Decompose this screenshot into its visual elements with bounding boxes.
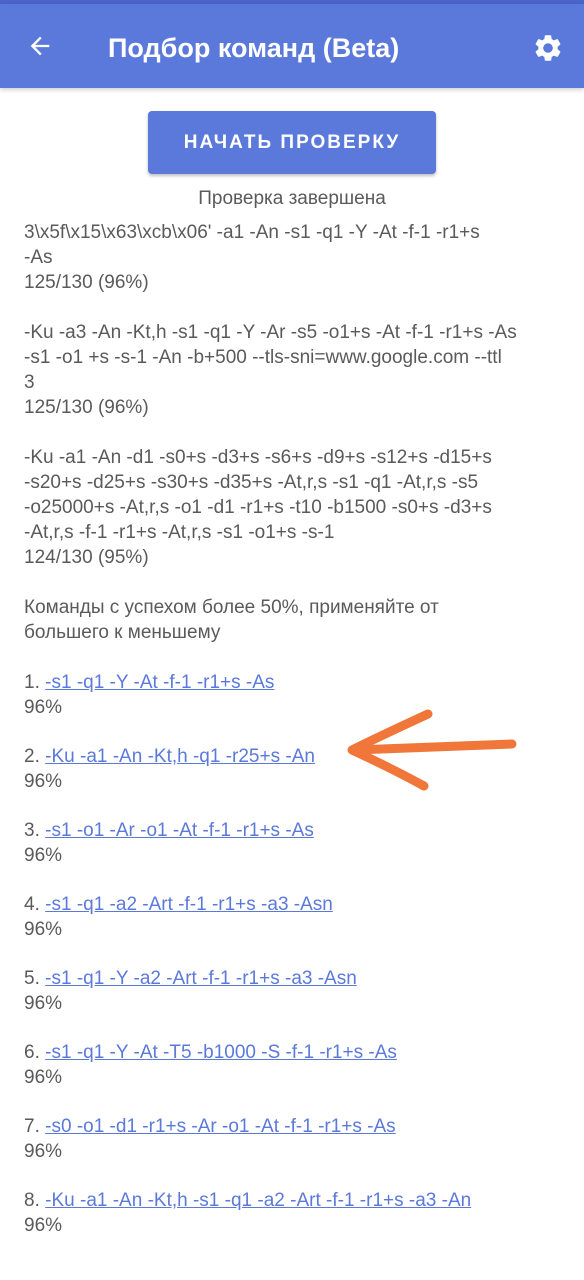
command-percent: 96% — [24, 1215, 63, 1236]
start-check-button[interactable]: НАЧАТЬ ПРОВЕРКУ — [148, 111, 436, 174]
command-item: 3. -s1 -o1 -Ar -o1 -At -f-1 -r1+s -As 96… — [24, 818, 560, 868]
command-number: 2. — [24, 746, 40, 767]
settings-button[interactable] — [528, 28, 568, 68]
command-link[interactable]: -s1 -q1 -a2 -Art -f-1 -r1+s -a3 -Asn — [45, 894, 333, 915]
result-line: 3\x5f\x15\x63\xcb\x06' -a1 -An -s1 -q1 -… — [24, 222, 480, 243]
command-link[interactable]: -s1 -q1 -Y -At -f-1 -r1+s -As — [45, 672, 274, 693]
summary-line: большего к меньшему — [24, 622, 221, 643]
result-score: 124/130 (95%) — [24, 547, 149, 568]
result-score: 125/130 (96%) — [24, 397, 149, 418]
result-block: -Ku -a3 -An -Kt,h -s1 -q1 -Y -Ar -s5 -o1… — [24, 320, 560, 420]
result-line: -As — [24, 247, 53, 268]
command-number: 8. — [24, 1190, 40, 1211]
command-number: 4. — [24, 894, 40, 915]
arrow-annotation-icon — [347, 709, 517, 791]
result-block: -Ku -a1 -An -d1 -s0+s -d3+s -s6+s -d9+s … — [24, 445, 560, 570]
status-text: Проверка завершена — [198, 188, 386, 209]
command-link[interactable]: -s1 -o1 -Ar -o1 -At -f-1 -r1+s -As — [45, 820, 314, 841]
summary-line: Команды с успехом более 50%, применяйте … — [24, 597, 439, 618]
command-link[interactable]: -s1 -q1 -Y -At -T5 -b1000 -S -f-1 -r1+s … — [45, 1042, 397, 1063]
back-button[interactable] — [20, 26, 60, 66]
command-link[interactable]: -s0 -o1 -d1 -r1+s -Ar -o1 -At -f-1 -r1+s… — [45, 1116, 396, 1137]
summary-text: Команды с успехом более 50%, применяйте … — [24, 595, 560, 645]
result-line: -o25000+s -At,r,s -o1 -d1 -r1+s -t10 -b1… — [24, 497, 492, 518]
command-item: 6. -s1 -q1 -Y -At -T5 -b1000 -S -f-1 -r1… — [24, 1040, 560, 1090]
result-line: -Ku -a1 -An -d1 -s0+s -d3+s -s6+s -d9+s … — [24, 447, 492, 468]
app-bar: Подбор команд (Beta) — [0, 4, 584, 88]
result-line: -Ku -a3 -An -Kt,h -s1 -q1 -Y -Ar -s5 -o1… — [24, 322, 517, 343]
command-number: 6. — [24, 1042, 40, 1063]
command-number: 1. — [24, 672, 40, 693]
command-item: 5. -s1 -q1 -Y -a2 -Art -f-1 -r1+s -a3 -A… — [24, 966, 560, 1016]
result-line: -At,r,s -f-1 -r1+s -At,r,s -s1 -o1+s -s-… — [24, 522, 335, 543]
command-link[interactable]: -Ku -a1 -An -Kt,h -q1 -r25+s -An — [45, 746, 315, 767]
command-percent: 96% — [24, 919, 63, 940]
command-number: 7. — [24, 1116, 40, 1137]
command-item: 8. -Ku -a1 -An -Kt,h -s1 -q1 -a2 -Art -f… — [24, 1188, 560, 1238]
arrow-left-icon — [30, 36, 50, 56]
command-link[interactable]: -Ku -a1 -An -Kt,h -s1 -q1 -a2 -Art -f-1 … — [45, 1190, 471, 1211]
result-line: 3 — [24, 372, 35, 393]
result-line: -s20+s -d25+s -s30+s -d35+s -At,r,s -s1 … — [24, 472, 479, 493]
command-link[interactable]: -s1 -q1 -Y -a2 -Art -f-1 -r1+s -a3 -Asn — [45, 968, 357, 989]
command-item: 7. -s0 -o1 -d1 -r1+s -Ar -o1 -At -f-1 -r… — [24, 1114, 560, 1164]
result-block: 3\x5f\x15\x63\xcb\x06' -a1 -An -s1 -q1 -… — [24, 220, 560, 295]
command-percent: 96% — [24, 1067, 63, 1088]
result-line: -s1 -o1 +s -s-1 -An -b+500 --tls-sni=www… — [24, 347, 502, 368]
result-score: 125/130 (96%) — [24, 272, 149, 293]
command-percent: 96% — [24, 993, 63, 1014]
command-number: 5. — [24, 968, 40, 989]
gear-icon — [535, 35, 561, 61]
command-item: 4. -s1 -q1 -a2 -Art -f-1 -r1+s -a3 -Asn … — [24, 892, 560, 942]
command-percent: 96% — [24, 845, 63, 866]
command-number: 3. — [24, 820, 40, 841]
command-percent: 96% — [24, 1141, 63, 1162]
page-title: Подбор команд (Beta) — [108, 33, 400, 63]
